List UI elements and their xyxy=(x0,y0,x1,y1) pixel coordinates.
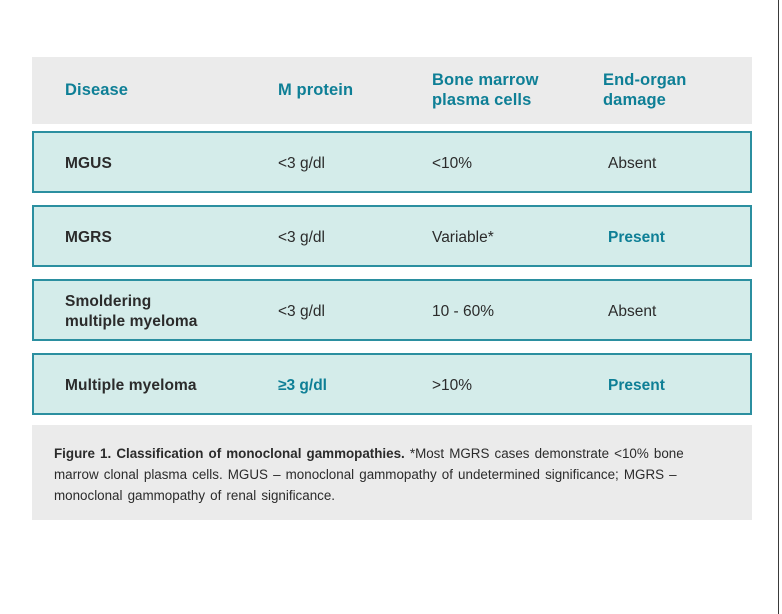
column-header-bone-marrow-plasma-cells-line2: plasma cells xyxy=(432,91,532,109)
cell-disease: Smoldering multiple myeloma xyxy=(65,292,198,332)
cell-bone-marrow-plasma-cells: 10 - 60% xyxy=(432,303,495,320)
figure-caption-panel: Figure 1. Classification of monoclonal g… xyxy=(32,425,752,520)
cell-bone-marrow-plasma-cells: <10% xyxy=(432,155,473,172)
column-header-end-organ-damage-line1: End-organ xyxy=(603,71,687,89)
cell-bone-marrow-plasma-cells: Variable* xyxy=(432,229,494,246)
table-header-row: Disease M protein Bone marrow plasma cel… xyxy=(32,57,752,124)
page-edge-line xyxy=(778,0,779,614)
column-header-end-organ-damage-line2: damage xyxy=(603,91,666,109)
cell-disease: MGRS xyxy=(65,228,112,248)
column-header-bone-marrow-plasma-cells-line1: Bone marrow xyxy=(432,71,539,89)
cell-disease-line1: MGRS xyxy=(65,229,112,246)
column-header-end-organ-damage: End-organ damage xyxy=(603,70,743,110)
cell-disease-line1: Multiple myeloma xyxy=(65,377,197,394)
table-row: Smoldering multiple myeloma <3 g/dl 10 -… xyxy=(32,279,752,341)
figure-caption-lead: Figure 1. Classification of monoclonal g… xyxy=(54,446,405,461)
cell-end-organ-damage: Present xyxy=(608,229,665,246)
cell-disease-line2: multiple myeloma xyxy=(65,313,198,330)
cell-m-protein: <3 g/dl xyxy=(278,229,325,246)
cell-end-organ-damage: Present xyxy=(608,377,665,394)
column-header-bone-marrow-plasma-cells: Bone marrow plasma cells xyxy=(432,70,582,110)
table-body: MGUS <3 g/dl <10% Absent MGRS <3 g/dl Va… xyxy=(32,124,752,415)
table-row: MGUS <3 g/dl <10% Absent xyxy=(32,131,752,193)
cell-m-protein: <3 g/dl xyxy=(278,155,325,172)
table-row: MGRS <3 g/dl Variable* Present xyxy=(32,205,752,267)
column-header-m-protein: M protein xyxy=(278,81,354,99)
cell-end-organ-damage: Absent xyxy=(608,303,657,320)
cell-disease-line1: MGUS xyxy=(65,155,112,172)
column-header-disease: Disease xyxy=(65,81,129,99)
cell-disease: Multiple myeloma xyxy=(65,376,197,396)
figure-caption: Figure 1. Classification of monoclonal g… xyxy=(54,443,730,506)
table-row: Multiple myeloma ≥3 g/dl >10% Present xyxy=(32,353,752,415)
cell-m-protein: <3 g/dl xyxy=(278,303,325,320)
figure-block: Disease M protein Bone marrow plasma cel… xyxy=(32,57,752,520)
cell-end-organ-damage: Absent xyxy=(608,155,657,172)
cell-bone-marrow-plasma-cells: >10% xyxy=(432,377,473,394)
cell-disease: MGUS xyxy=(65,154,112,174)
cell-disease-line1: Smoldering xyxy=(65,293,152,310)
cell-m-protein: ≥3 g/dl xyxy=(278,377,327,394)
